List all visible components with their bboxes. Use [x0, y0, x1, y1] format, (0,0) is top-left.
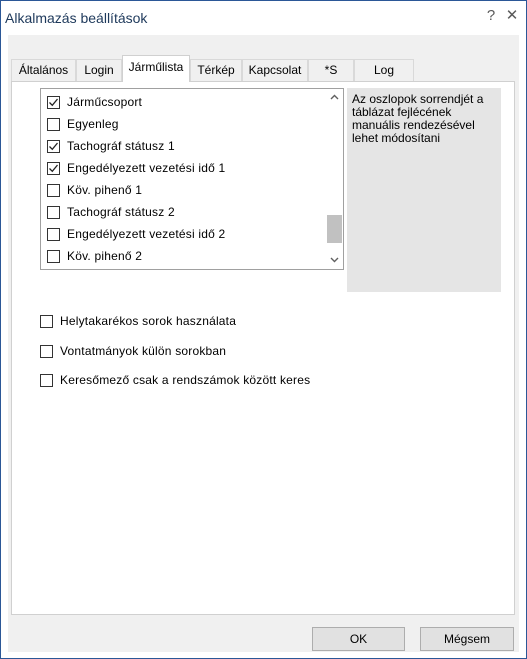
tab-vehicle-list[interactable]: Járműlista — [122, 55, 190, 82]
option-search-plates-only[interactable]: Keresőmező csak a rendszámok között kere… — [40, 372, 480, 390]
list-item-label: Köv. pihenő 1 — [67, 183, 143, 197]
window-title: Alkalmazás beállítások — [5, 10, 148, 26]
settings-dialog: Alkalmazás beállítások ? ✕ Általános Log… — [0, 0, 527, 659]
option-label: Vontatmányok külön sorokban — [60, 344, 227, 358]
column-checklist[interactable]: Járműcsoport Egyenleg Tachográf státusz … — [40, 88, 344, 270]
option-compact-rows[interactable]: Helytakarékos sorok használata — [40, 313, 480, 331]
chevron-down-icon[interactable] — [326, 252, 343, 269]
checkbox[interactable] — [47, 228, 60, 241]
checkbox[interactable] — [47, 250, 60, 263]
close-button[interactable]: ✕ — [503, 6, 521, 26]
list-item-label: Engedélyezett vezetési idő 1 — [67, 161, 226, 175]
list-item[interactable]: Tachográf státusz 2 — [47, 203, 307, 223]
tab-map[interactable]: Térkép — [190, 59, 242, 81]
cancel-button[interactable]: Mégsem — [420, 627, 514, 651]
list-item-label: Tachográf státusz 1 — [67, 139, 175, 153]
ok-button[interactable]: OK — [312, 627, 405, 651]
list-item-label: Tachográf státusz 2 — [67, 205, 175, 219]
list-item[interactable]: Köv. pihenő 1 — [47, 181, 307, 201]
scrollbar-thumb[interactable] — [327, 215, 342, 243]
list-scrollbar[interactable] — [326, 89, 343, 269]
check-icon — [49, 98, 58, 107]
checkbox[interactable] — [47, 184, 60, 197]
checkbox[interactable] — [40, 315, 53, 328]
checkbox[interactable] — [47, 140, 60, 153]
checkbox[interactable] — [47, 118, 60, 131]
list-item-label: Egyenleg — [67, 117, 119, 131]
tab-connection[interactable]: Kapcsolat — [242, 59, 308, 81]
list-item-label: Járműcsoport — [67, 95, 143, 109]
tab-login[interactable]: Login — [76, 59, 122, 81]
column-order-hint: Az oszlopok sorrendjét a táblázat fejléc… — [347, 88, 501, 292]
title-bar[interactable]: Alkalmazás beállítások ? ✕ — [1, 1, 526, 31]
list-item[interactable]: Köv. pihenő 2 — [47, 247, 307, 267]
list-item[interactable]: Tachográf státusz 1 — [47, 137, 307, 157]
option-label: Helytakarékos sorok használata — [60, 314, 237, 328]
checkbox[interactable] — [47, 162, 60, 175]
list-item[interactable]: Járműcsoport — [47, 93, 307, 113]
checkbox[interactable] — [40, 374, 53, 387]
checkbox[interactable] — [40, 345, 53, 358]
checkbox[interactable] — [47, 96, 60, 109]
list-item[interactable]: Egyenleg — [47, 115, 307, 135]
checkbox[interactable] — [47, 206, 60, 219]
option-trailers-separate[interactable]: Vontatmányok külön sorokban — [40, 343, 480, 361]
tab-s[interactable]: *S — [308, 59, 354, 81]
tab-general[interactable]: Általános — [11, 59, 76, 81]
chevron-up-icon[interactable] — [326, 89, 343, 106]
list-item-label: Köv. pihenő 2 — [67, 249, 143, 263]
option-label: Keresőmező csak a rendszámok között kere… — [60, 373, 311, 387]
dialog-client-area: Általános Login Járműlista Térkép Kapcso… — [8, 35, 519, 652]
help-button[interactable]: ? — [482, 6, 500, 26]
list-item[interactable]: Engedélyezett vezetési idő 1 — [47, 159, 307, 179]
list-item[interactable]: Engedélyezett vezetési idő 2 — [47, 225, 307, 245]
list-item-label: Engedélyezett vezetési idő 2 — [67, 227, 226, 241]
check-icon — [49, 142, 58, 151]
check-icon — [49, 164, 58, 173]
tab-log[interactable]: Log — [354, 59, 414, 81]
